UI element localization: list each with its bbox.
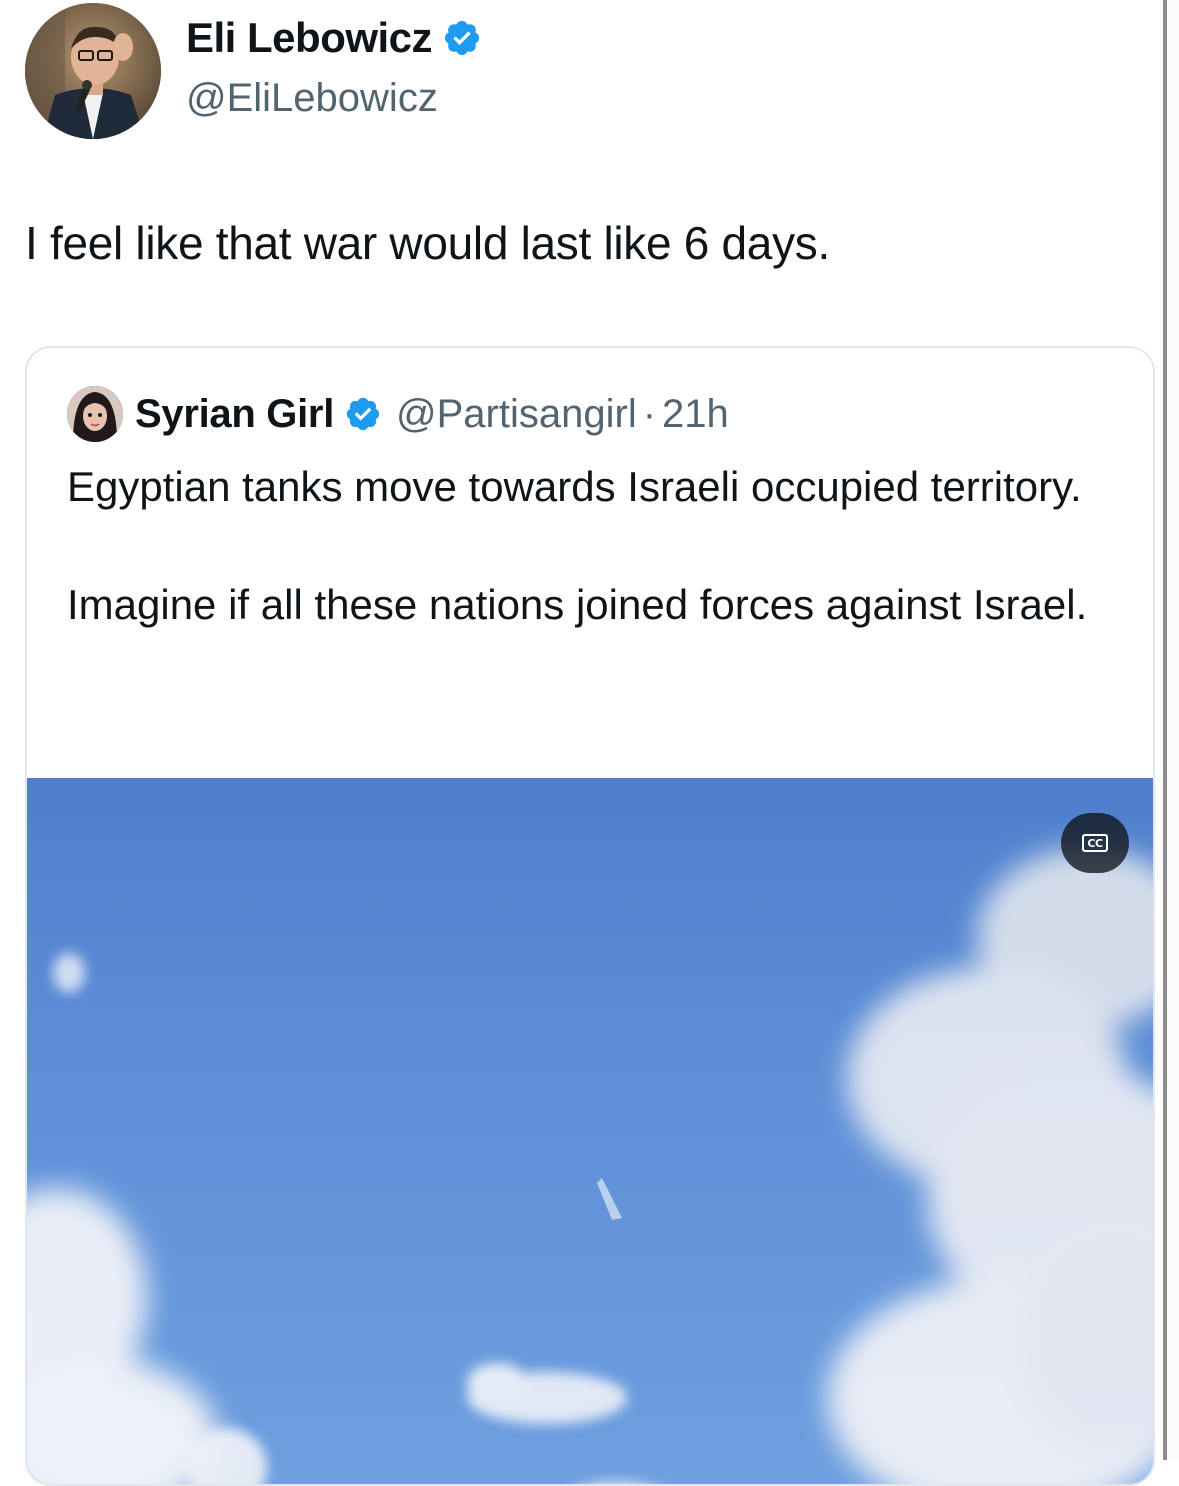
- quoted-tweet-card[interactable]: Syrian Girl @Partisangirl · 21h Egyptian…: [25, 346, 1155, 1486]
- tweet-text: I feel like that war would last like 6 d…: [25, 217, 830, 269]
- scrollbar-margin: [1167, 0, 1179, 1460]
- quoted-tweet-paragraph: Egyptian tanks move towards Israeli occu…: [67, 463, 1082, 510]
- author-handle[interactable]: @EliLebowicz: [186, 76, 438, 121]
- quoted-tweet-body: Egyptian tanks move towards Israeli occu…: [67, 458, 1107, 694]
- closed-captions-icon: CC: [1082, 834, 1108, 852]
- closed-captions-button[interactable]: CC: [1061, 813, 1129, 873]
- quoted-author-handle[interactable]: @Partisangirl: [396, 392, 637, 437]
- quoted-author-avatar-image: [67, 386, 123, 442]
- author-avatar[interactable]: [25, 3, 161, 139]
- author-avatar-image: [25, 3, 161, 139]
- quoted-tweet-paragraph: Imagine if all these nations joined forc…: [67, 581, 1088, 628]
- separator-dot: ·: [642, 391, 657, 436]
- quoted-tweet-video[interactable]: [27, 778, 1153, 1484]
- author-name-row[interactable]: Eli Lebowicz: [186, 14, 482, 62]
- quoted-tweet-header: Syrian Girl @Partisangirl · 21h: [67, 386, 729, 442]
- quoted-tweet-timestamp[interactable]: 21h: [662, 392, 729, 437]
- quoted-author-name[interactable]: Syrian Girl: [135, 392, 334, 437]
- author-name[interactable]: Eli Lebowicz: [186, 14, 433, 62]
- verified-badge-icon: [444, 20, 480, 56]
- video-frame-sky: [27, 778, 1153, 1484]
- quoted-author-avatar[interactable]: [67, 386, 123, 442]
- verified-badge-icon: [346, 397, 380, 431]
